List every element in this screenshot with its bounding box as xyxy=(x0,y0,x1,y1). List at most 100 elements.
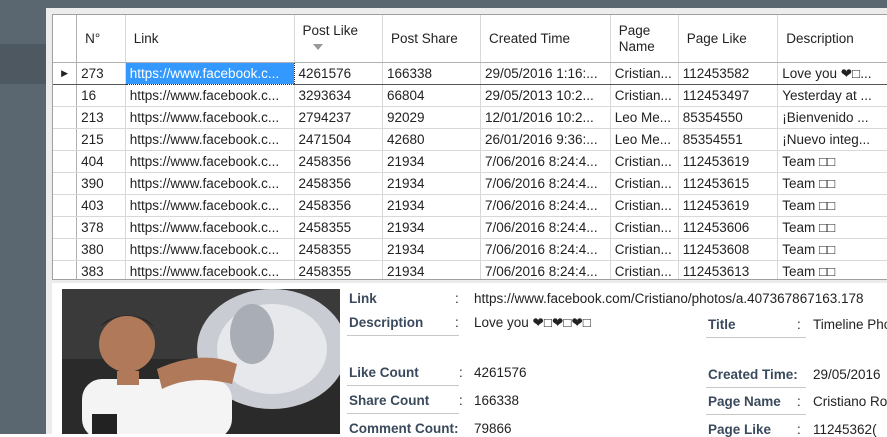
cell-description[interactable]: Team □□ xyxy=(777,194,887,217)
cell-number[interactable]: 273 xyxy=(76,62,126,85)
cell-post-like[interactable]: 4261576 xyxy=(294,62,383,85)
current-row-arrow-icon[interactable]: ▶ xyxy=(53,62,78,85)
table-row[interactable]: 215 https://www.facebook.c... 2471504 42680… xyxy=(53,128,887,151)
cell-link[interactable]: https://www.facebook.c... xyxy=(125,194,295,217)
row-header[interactable] xyxy=(53,238,78,261)
cell-post-like[interactable]: 2471504 xyxy=(294,128,383,151)
cell-page-name[interactable]: Leo Me... xyxy=(610,106,679,129)
column-header-page-name[interactable]: Page Name xyxy=(610,15,679,63)
row-header[interactable] xyxy=(53,216,78,239)
cell-description[interactable]: ¡Nuevo integ... xyxy=(777,128,887,151)
cell-created-time[interactable]: 7/06/2016 8:24:4... xyxy=(480,216,611,239)
cell-page-like[interactable]: 112453619 xyxy=(678,194,779,217)
cell-page-like[interactable]: 112453613 xyxy=(678,260,779,279)
cell-page-name[interactable]: Cristian... xyxy=(610,260,679,279)
cell-created-time[interactable]: 12/01/2016 10:2... xyxy=(480,106,611,129)
row-header[interactable] xyxy=(53,106,78,129)
cell-description[interactable]: Team □□ xyxy=(777,150,887,173)
cell-post-share[interactable]: 21934 xyxy=(382,238,481,261)
row-header[interactable] xyxy=(53,150,78,173)
cell-link[interactable]: https://www.facebook.c... xyxy=(125,260,295,279)
cell-page-like[interactable]: 112453497 xyxy=(678,84,779,107)
cell-page-like[interactable]: 85354550 xyxy=(678,106,779,129)
cell-description[interactable]: Team □□ xyxy=(777,238,887,261)
cell-post-share[interactable]: 21934 xyxy=(382,194,481,217)
row-header[interactable] xyxy=(53,260,78,279)
cell-page-name[interactable]: Cristian... xyxy=(610,150,679,173)
cell-created-time[interactable]: 7/06/2016 8:24:4... xyxy=(480,260,611,279)
cell-page-name[interactable]: Cristian... xyxy=(610,62,679,85)
cell-page-like[interactable]: 112453619 xyxy=(678,150,779,173)
cell-page-name[interactable]: Cristian... xyxy=(610,194,679,217)
table-row[interactable]: 390 https://www.facebook.c... 2458356 21934… xyxy=(53,172,887,195)
cell-post-share[interactable]: 21934 xyxy=(382,172,481,195)
cell-link[interactable]: https://www.facebook.c... xyxy=(125,172,295,195)
cell-number[interactable]: 380 xyxy=(76,238,126,261)
row-header[interactable] xyxy=(53,194,78,217)
cell-page-name[interactable]: Cristian... xyxy=(610,84,679,107)
table-row[interactable]: ▶ 273 https://www.facebook.c... 4261576 1663… xyxy=(53,62,887,85)
row-header[interactable] xyxy=(53,172,78,195)
cell-number[interactable]: 403 xyxy=(76,194,126,217)
cell-number[interactable]: 404 xyxy=(76,150,126,173)
column-header-post-like[interactable]: Post Like xyxy=(294,15,383,63)
cell-post-share[interactable]: 21934 xyxy=(382,260,481,279)
cell-post-like[interactable]: 2794237 xyxy=(294,106,383,129)
cell-created-time[interactable]: 7/06/2016 8:24:4... xyxy=(480,238,611,261)
cell-number[interactable]: 16 xyxy=(76,84,126,107)
link-value[interactable]: https://www.facebook.com/Cristiano/photo… xyxy=(474,291,864,306)
cell-link[interactable]: https://www.facebook.c... xyxy=(125,238,295,261)
table-row[interactable]: 383 https://www.facebook.c... 2458355 21934… xyxy=(53,260,887,279)
cell-description[interactable]: ¡Bienvenido ... xyxy=(777,106,887,129)
cell-link[interactable]: https://www.facebook.c... xyxy=(125,216,295,239)
cell-created-time[interactable]: 29/05/2016 1:16:... xyxy=(480,62,611,85)
cell-created-time[interactable]: 7/06/2016 8:24:4... xyxy=(480,194,611,217)
cell-post-like[interactable]: 2458355 xyxy=(294,260,383,279)
cell-post-share[interactable]: 21934 xyxy=(382,216,481,239)
cell-post-like[interactable]: 2458356 xyxy=(294,172,383,195)
cell-page-name[interactable]: Leo Me... xyxy=(610,128,679,151)
cell-post-like[interactable]: 2458356 xyxy=(294,194,383,217)
cell-description[interactable]: Love you ❤□... xyxy=(777,62,887,85)
cell-description[interactable]: Team □□ xyxy=(777,216,887,239)
cell-link[interactable]: https://www.facebook.c... xyxy=(124,62,295,85)
cell-link[interactable]: https://www.facebook.c... xyxy=(125,128,295,151)
column-header-description[interactable]: Description xyxy=(777,15,887,63)
cell-post-share[interactable]: 66804 xyxy=(382,84,481,107)
cell-post-like[interactable]: 2458356 xyxy=(294,150,383,173)
cell-number[interactable]: 213 xyxy=(76,106,126,129)
cell-description[interactable]: Team □□ xyxy=(777,172,887,195)
cell-page-like[interactable]: 112453608 xyxy=(678,238,779,261)
cell-post-like[interactable]: 2458355 xyxy=(294,216,383,239)
cell-created-time[interactable]: 7/06/2016 8:24:4... xyxy=(480,150,611,173)
cell-post-like[interactable]: 2458355 xyxy=(294,238,383,261)
row-header[interactable] xyxy=(53,128,78,151)
cell-description[interactable]: Yesterday at ... xyxy=(777,84,887,107)
cell-post-share[interactable]: 42680 xyxy=(382,128,481,151)
cell-page-like[interactable]: 112453606 xyxy=(678,216,779,239)
column-header-post-share[interactable]: Post Share xyxy=(382,15,481,63)
cell-page-like[interactable]: 112453615 xyxy=(678,172,779,195)
cell-number[interactable]: 215 xyxy=(76,128,126,151)
cell-number[interactable]: 378 xyxy=(76,216,126,239)
cell-link[interactable]: https://www.facebook.c... xyxy=(125,106,295,129)
table-row[interactable]: 213 https://www.facebook.c... 2794237 92029… xyxy=(53,106,887,129)
table-row[interactable]: 404 https://www.facebook.c... 2458356 21934… xyxy=(53,150,887,173)
cell-link[interactable]: https://www.facebook.c... xyxy=(125,150,295,173)
cell-post-share[interactable]: 166338 xyxy=(382,62,481,85)
table-row[interactable]: 380 https://www.facebook.c... 2458355 21934… xyxy=(53,238,887,261)
cell-post-share[interactable]: 92029 xyxy=(382,106,481,129)
cell-created-time[interactable]: 7/06/2016 8:24:4... xyxy=(480,172,611,195)
cell-page-name[interactable]: Cristian... xyxy=(610,172,679,195)
column-header-link[interactable]: Link xyxy=(125,15,295,63)
cell-page-like[interactable]: 112453582 xyxy=(678,62,779,85)
cell-page-like[interactable]: 85354551 xyxy=(678,128,779,151)
cell-link[interactable]: https://www.facebook.c... xyxy=(125,84,295,107)
cell-number[interactable]: 383 xyxy=(76,260,126,279)
cell-page-name[interactable]: Cristian... xyxy=(610,238,679,261)
cell-created-time[interactable]: 29/05/2013 10:2... xyxy=(480,84,611,107)
posts-data-grid[interactable]: N° Link Post Like Post Share Created Tim… xyxy=(52,14,887,280)
row-header[interactable] xyxy=(53,84,78,107)
column-header-created-time[interactable]: Created Time xyxy=(480,15,611,63)
table-row[interactable]: 378 https://www.facebook.c... 2458355 21934… xyxy=(53,216,887,239)
